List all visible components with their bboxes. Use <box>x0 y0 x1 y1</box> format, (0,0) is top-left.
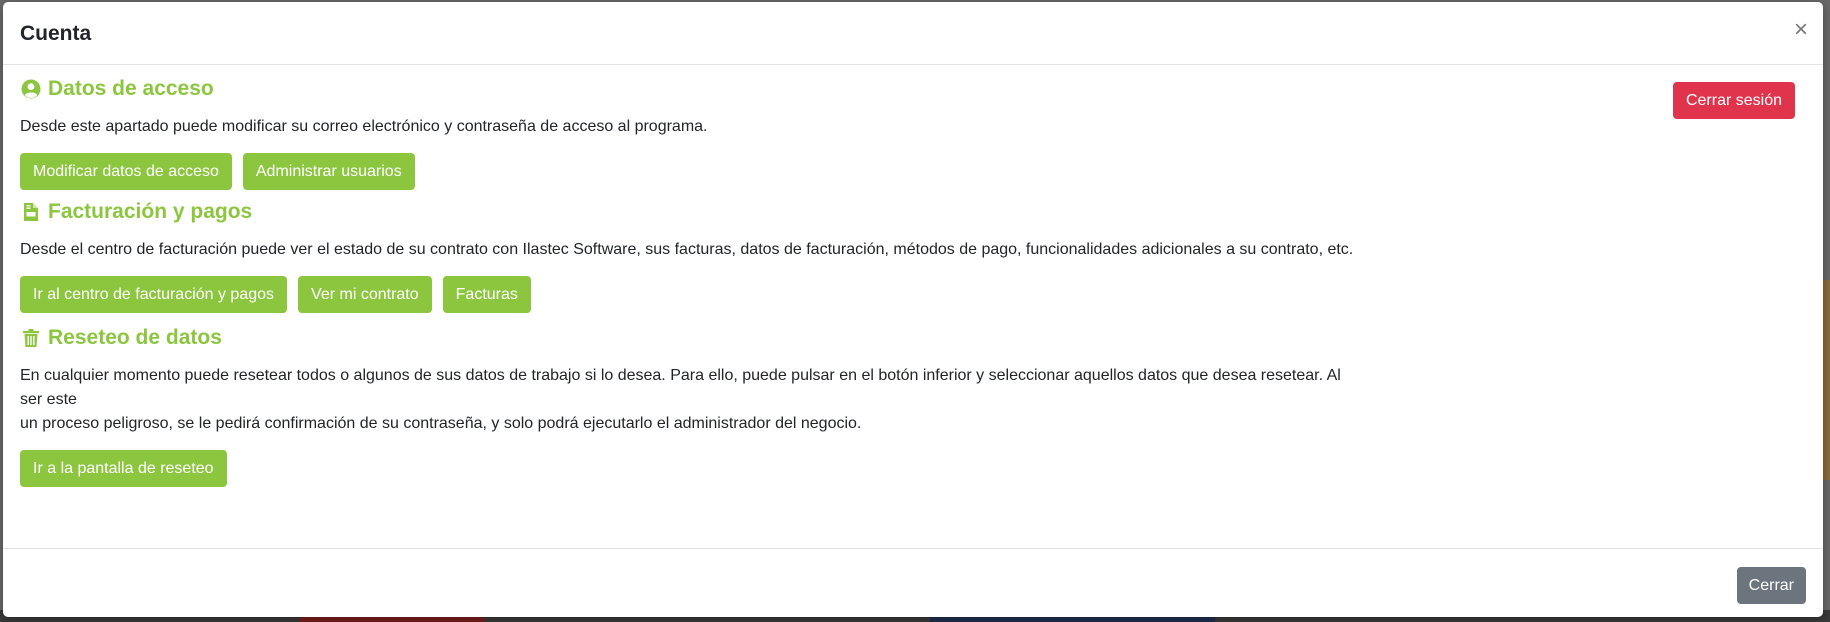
billing-description: Desde el centro de facturación puede ver… <box>20 241 1354 258</box>
invoice-icon <box>20 201 42 223</box>
billing-section-title: Facturación y pagos <box>20 198 1360 226</box>
reset-description-line-2: un proceso peligroso, se le pedirá confi… <box>20 415 862 432</box>
billing-title: Facturación y pagos <box>48 200 253 223</box>
view-contract-button[interactable]: Ver mi contrato <box>298 276 432 313</box>
access-section-title: Datos de acceso <box>20 75 1360 103</box>
modal-body: Cerrar sesión Datos de acceso Desde este… <box>3 65 1823 548</box>
logout-button[interactable]: Cerrar sesión <box>1672 82 1795 119</box>
access-buttons: Modificar datos de acceso Administrar us… <box>20 153 1360 190</box>
reset-description: En cualquier momento puede resetear todo… <box>20 364 1360 436</box>
account-modal: Cuenta × Cerrar sesión Datos de acceso D… <box>3 2 1823 617</box>
user-circle-icon <box>20 78 42 100</box>
access-title: Datos de acceso <box>48 77 214 100</box>
reset-description-line-1: En cualquier momento puede resetear todo… <box>20 367 1341 408</box>
access-section: Datos de acceso Desde este apartado pued… <box>20 75 1360 190</box>
close-button[interactable]: Cerrar <box>1736 567 1806 604</box>
reset-buttons: Ir a la pantalla de reseteo <box>20 450 1360 487</box>
billing-center-button[interactable]: Ir al centro de facturación y pagos <box>20 276 288 313</box>
manage-users-button[interactable]: Administrar usuarios <box>242 153 415 190</box>
reset-section-title: Reseteo de datos <box>20 324 1360 352</box>
close-icon[interactable]: × <box>1787 16 1815 44</box>
modal-header: Cuenta × <box>3 2 1823 65</box>
modify-access-button[interactable]: Modificar datos de acceso <box>20 153 232 190</box>
modal-title: Cuenta <box>20 22 92 45</box>
reset-title: Reseteo de datos <box>48 326 222 349</box>
modal-footer: Cerrar <box>3 548 1823 617</box>
access-description: Desde este apartado puede modificar su c… <box>20 118 708 135</box>
billing-buttons: Ir al centro de facturación y pagos Ver … <box>20 276 1360 313</box>
reset-screen-button[interactable]: Ir a la pantalla de reseteo <box>20 450 227 487</box>
reset-section: Reseteo de datos En cualquier momento pu… <box>20 324 1360 487</box>
trash-icon <box>20 327 42 349</box>
billing-section: Facturación y pagos Desde el centro de f… <box>20 198 1360 313</box>
invoices-button[interactable]: Facturas <box>442 276 531 313</box>
